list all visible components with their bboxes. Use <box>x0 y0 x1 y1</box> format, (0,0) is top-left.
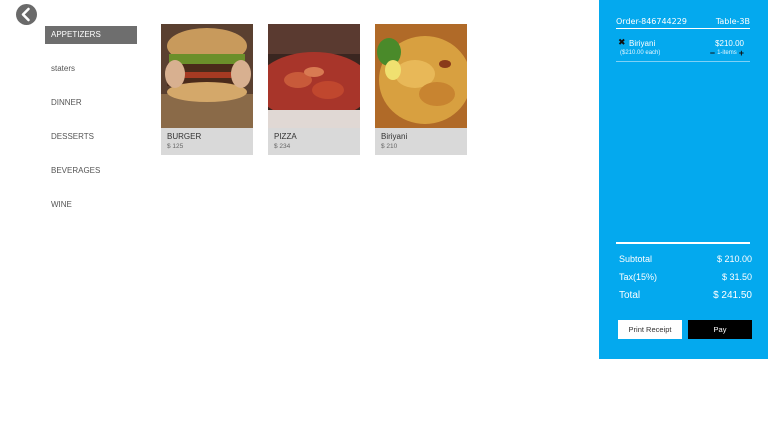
subtotal-label: Subtotal <box>619 254 653 264</box>
subtotal-value: $ 210.00 <box>716 254 752 264</box>
remove-item-icon[interactable]: ✖ <box>618 38 626 47</box>
total-row: Total $ 241.50 <box>619 290 752 301</box>
order-panel: Order-846744229 Table-3B ✖ Biriyani ($21… <box>599 0 768 359</box>
menu-item-name: Biriyani <box>381 132 408 141</box>
table-number: Table-3B <box>715 17 750 26</box>
tax-value: $ 31.50 <box>721 272 752 282</box>
biriyani-image <box>375 24 467 128</box>
quantity-stepper: − 1-items + <box>710 49 744 58</box>
category-appetizers[interactable]: APPETIZERS <box>45 26 137 44</box>
menu-item-price: $ 210 <box>381 143 398 150</box>
category-dinner[interactable]: DINNER <box>45 94 137 112</box>
order-line-item: ✖ Biriyani ($210.00 each) $210.00 − 1-it… <box>616 37 750 62</box>
menu-item-card[interactable]: BURGER $ 125 <box>161 24 253 155</box>
menu-item-name: PIZZA <box>274 132 297 141</box>
order-item-qty: 1-items <box>717 50 737 56</box>
category-wine[interactable]: WINE <box>45 196 137 214</box>
order-header: Order-846744229 Table-3B <box>616 17 750 29</box>
burger-image <box>161 24 253 128</box>
menu-item-price: $ 234 <box>274 143 291 150</box>
plus-icon[interactable]: + <box>739 49 744 58</box>
menu-item-meta: BURGER $ 125 <box>161 128 253 155</box>
order-item-name: Biriyani <box>629 39 656 48</box>
print-receipt-button[interactable]: Print Receipt <box>618 320 682 339</box>
total-value: $ 241.50 <box>713 290 752 301</box>
category-beverages[interactable]: BEVERAGES <box>45 162 137 180</box>
tax-label: Tax(15%) <box>619 272 658 282</box>
total-label: Total <box>619 290 641 301</box>
menu-item-price: $ 125 <box>167 143 184 150</box>
menu-item-meta: Biriyani $ 210 <box>375 128 467 155</box>
tax-row: Tax(15%) $ 31.50 <box>619 272 752 282</box>
category-staters[interactable]: staters <box>45 60 137 78</box>
order-item-total: $210.00 <box>715 39 744 48</box>
menu-item-meta: PIZZA $ 234 <box>268 128 360 155</box>
summary-divider <box>616 242 750 244</box>
pay-button[interactable]: Pay <box>688 320 752 339</box>
pizza-image <box>268 24 360 128</box>
category-sidebar: APPETIZERS staters DINNER DESSERTS BEVER… <box>45 26 137 230</box>
order-id: Order-846744229 <box>616 17 687 26</box>
order-item-unit-price: ($210.00 each) <box>620 50 661 56</box>
category-desserts[interactable]: DESSERTS <box>45 128 137 146</box>
menu-item-card[interactable]: Biriyani $ 210 <box>375 24 467 155</box>
minus-icon[interactable]: − <box>710 49 715 58</box>
chevron-left-icon <box>21 7 30 22</box>
menu-item-card[interactable]: PIZZA $ 234 <box>268 24 360 155</box>
subtotal-row: Subtotal $ 210.00 <box>619 254 752 264</box>
menu-item-name: BURGER <box>167 132 202 141</box>
back-button[interactable] <box>16 4 37 25</box>
